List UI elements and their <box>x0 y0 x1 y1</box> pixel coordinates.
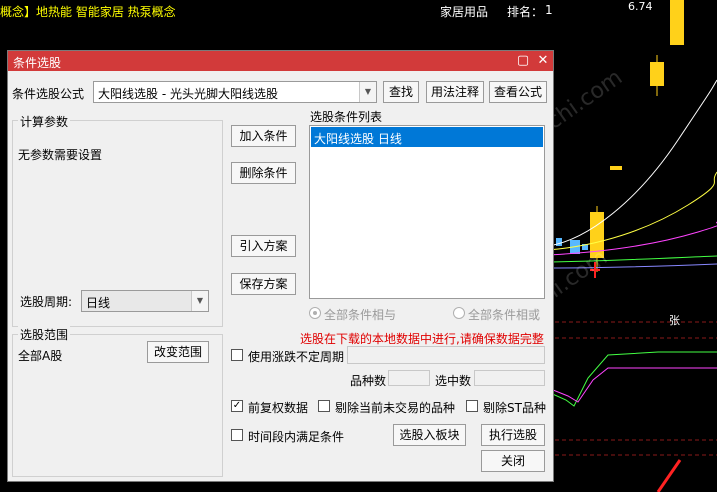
period-value: 日线 <box>86 296 111 310</box>
warning-text: 选股在下载的本地数据中进行,请确保数据完整 <box>300 332 544 346</box>
execute-button[interactable]: 执行选股 <box>481 424 545 446</box>
maximize-icon[interactable]: ▢ <box>513 51 533 71</box>
close-button[interactable]: 关闭 <box>481 450 545 472</box>
view-formula-button[interactable]: 查看公式 <box>489 81 547 103</box>
forward-adjust-label: 前复权数据 <box>248 401 309 415</box>
save-plan-button[interactable]: 保存方案 <box>231 273 296 295</box>
rank-label: 排名： <box>507 5 544 19</box>
time-range-checkbox[interactable] <box>231 429 243 441</box>
forward-adjust-checkbox[interactable]: ✓ <box>231 400 243 412</box>
uncertain-period-label: 使用涨跌不定周期 <box>248 350 345 364</box>
exclude-untraded-checkbox[interactable] <box>318 400 330 412</box>
selected-label: 选中数 <box>435 374 472 388</box>
delete-condition-button[interactable]: 删除条件 <box>231 162 296 184</box>
period-select[interactable]: 日线 ▼ <box>81 290 209 312</box>
formula-label: 条件选股公式 <box>12 87 85 101</box>
find-button[interactable]: 查找 <box>383 81 419 103</box>
exclude-st-checkbox[interactable] <box>466 400 478 412</box>
change-range-button[interactable]: 改变范围 <box>147 341 209 363</box>
exclude-untraded-label: 剔除当前未交易的品种 <box>335 401 456 415</box>
to-block-button[interactable]: 选股入板块 <box>393 424 466 446</box>
formula-select[interactable]: 大阳线选股 - 光头光脚大阳线选股 ▼ <box>93 81 377 103</box>
selected-field <box>474 370 545 386</box>
import-plan-button[interactable]: 引入方案 <box>231 235 296 257</box>
kline-chart[interactable]: 6.74 张 <box>548 0 717 492</box>
range-group-title: 选股范围 <box>18 326 71 343</box>
range-value: 全部A股 <box>18 349 63 363</box>
condition-list-label: 选股条件列表 <box>310 110 383 124</box>
exclude-st-label: 剔除ST品种 <box>483 401 546 415</box>
condition-list[interactable]: 大阳线选股 日线 <box>309 125 545 299</box>
radio-or[interactable] <box>453 307 465 319</box>
close-icon[interactable]: ✕ <box>533 51 553 71</box>
radio-and-label: 全部条件相与 <box>324 308 397 322</box>
chevron-down-icon[interactable]: ▼ <box>191 291 208 311</box>
uncertain-period-checkbox[interactable] <box>231 349 243 361</box>
formula-value: 大阳线选股 - 光头光脚大阳线选股 <box>98 87 278 101</box>
concept-text: 概念】地热能 智能家居 热泵概念 <box>0 5 176 19</box>
add-condition-button[interactable]: 加入条件 <box>231 125 296 147</box>
count-field <box>388 370 430 386</box>
price-label: 6.74 <box>628 0 653 13</box>
dialog-titlebar[interactable]: 条件选股 ▢ ✕ <box>8 51 553 71</box>
count-label: 品种数 <box>350 374 387 388</box>
period-label: 选股周期: <box>20 295 73 309</box>
list-item[interactable]: 大阳线选股 日线 <box>311 127 543 147</box>
params-text: 无参数需要设置 <box>18 148 103 162</box>
list-item-label: 大阳线选股 日线 <box>314 132 402 146</box>
params-group-title: 计算参数 <box>18 113 71 130</box>
radio-or-label: 全部条件相或 <box>468 308 541 322</box>
industry-text: 家居用品 <box>440 5 489 19</box>
period-input[interactable] <box>347 346 545 364</box>
zhang-tag: 张 <box>669 314 680 327</box>
dialog-title: 条件选股 <box>13 56 62 70</box>
stock-screener-dialog: 条件选股 ▢ ✕ 条件选股公式 大阳线选股 - 光头光脚大阳线选股 ▼ 查找 用… <box>7 50 554 482</box>
time-range-label: 时间段内满足条件 <box>248 430 345 444</box>
radio-and[interactable] <box>309 307 321 319</box>
chevron-down-icon[interactable]: ▼ <box>359 82 376 102</box>
usage-note-button[interactable]: 用法注释 <box>426 81 484 103</box>
